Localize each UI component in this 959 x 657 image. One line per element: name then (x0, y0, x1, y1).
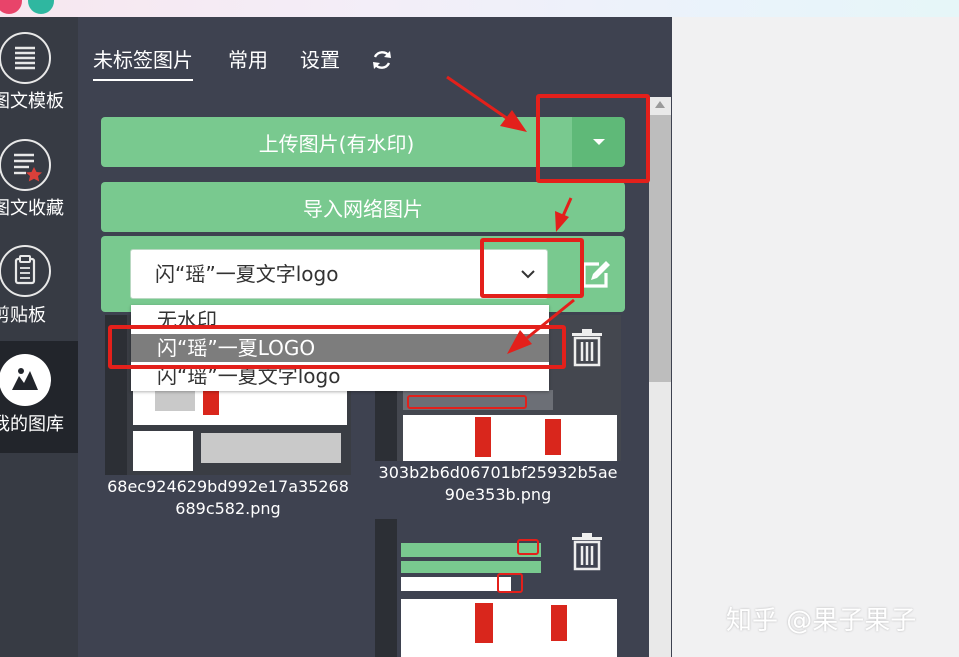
scrollbar[interactable] (649, 97, 671, 657)
import-web-image-button[interactable]: 导入网络图片 (101, 182, 625, 232)
list-icon (0, 32, 51, 84)
star-doc-icon (0, 139, 51, 191)
watermark-select-value: 闪“瑶”一夏文字logo (155, 262, 339, 286)
tab-common[interactable]: 常用 (228, 44, 268, 73)
nav-item-label: 我的图库 (0, 414, 64, 435)
annotation-box (108, 325, 566, 369)
tab-untagged[interactable]: 未标签图片 (93, 44, 193, 81)
clipboard-icon (0, 245, 51, 297)
mountain-icon (0, 354, 51, 406)
annotation-box (480, 238, 584, 298)
nav-item-favorites[interactable]: 图文收藏 (0, 125, 78, 233)
trash-icon[interactable] (570, 327, 604, 367)
nav-item-templates[interactable]: 图文模板 (0, 17, 78, 125)
nav-item-label: 剪贴板 (0, 305, 46, 326)
window-control-dot[interactable] (0, 0, 22, 14)
annotation-box (536, 94, 650, 183)
nav-item-clipboard[interactable]: 剪贴板 (0, 233, 78, 341)
nav-item-gallery[interactable]: 我的图库 (0, 341, 78, 453)
watermark-credit: 知乎 @果子果子 (726, 606, 917, 636)
scroll-up-arrow[interactable] (655, 101, 665, 108)
window-control-dot[interactable] (28, 0, 54, 14)
file-name: 303b2b6d06701bf25932b5ae90e353b.png (378, 463, 618, 504)
left-nav: 图文模板 图文收藏 剪贴板 我的图库 (0, 17, 78, 657)
trash-icon[interactable] (570, 531, 604, 571)
refresh-icon[interactable] (370, 48, 394, 72)
nav-item-label: 图文模板 (0, 91, 64, 112)
file-name: 68ec924629bd992e17a35268689c582.png (107, 477, 349, 518)
upload-button[interactable]: 上传图片(有水印) (101, 117, 572, 167)
scrollbar-thumb[interactable] (649, 115, 671, 382)
window-title-strip (0, 0, 959, 17)
nav-item-label: 图文收藏 (0, 198, 64, 219)
tab-settings[interactable]: 设置 (300, 44, 340, 73)
